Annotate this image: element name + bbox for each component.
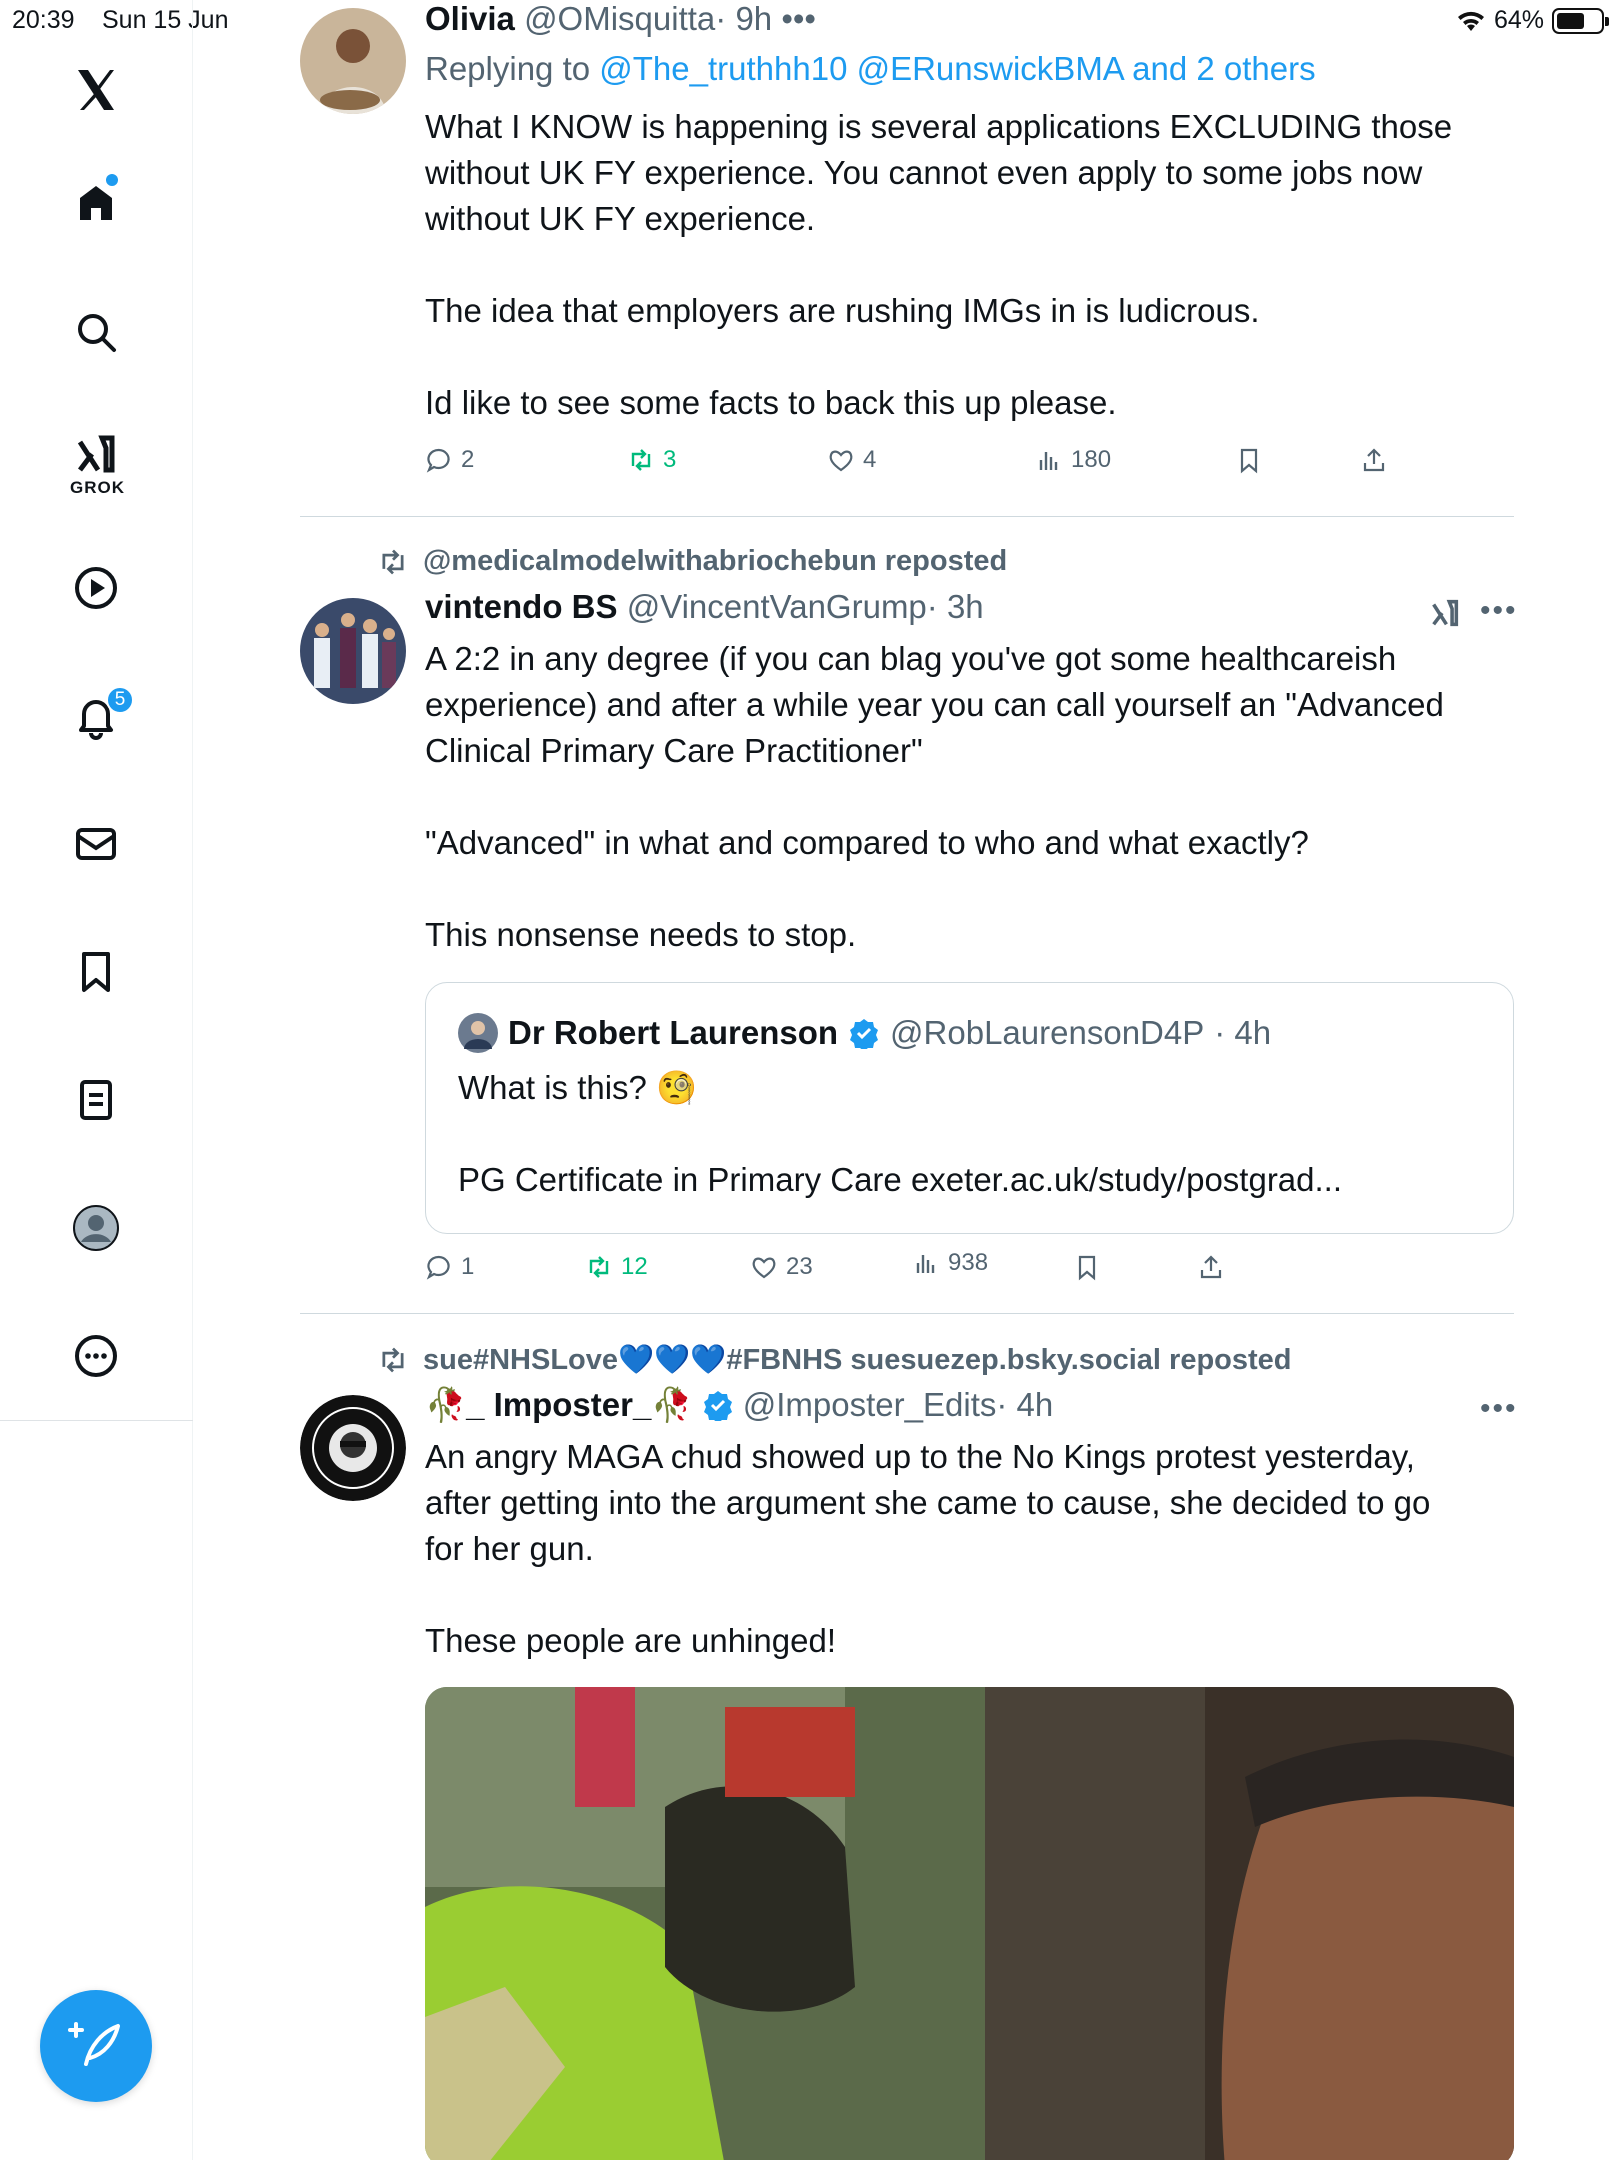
author-name[interactable]: 🥀_ Imposter_🥀 [425, 1386, 692, 1423]
author-name[interactable]: Olivia [425, 0, 515, 37]
bookmark-button[interactable] [1235, 446, 1263, 474]
avatar-imposter[interactable] [300, 1395, 406, 1501]
search-icon[interactable] [66, 302, 126, 362]
quote-text: What is this? 🧐 PG Certificate in Primar… [458, 1069, 1343, 1198]
post-text: A 2:2 in any degree (if you can blag you… [425, 640, 1444, 953]
more-dots[interactable]: ••• [1480, 1392, 1518, 1426]
quote-avatar [458, 1013, 498, 1053]
post-text: What I KNOW is happening is several appl… [425, 108, 1453, 421]
like-count: 4 [863, 446, 877, 473]
notifications-badge: 5 [106, 686, 134, 714]
replying-to: Replying to @The_truthhh10 @ERunswickBMA… [425, 50, 1515, 94]
bookmark-icon [1240, 448, 1258, 474]
home-unread-dot [106, 174, 118, 186]
post-time: · 9h [715, 0, 773, 37]
views-count: 938 [948, 1249, 989, 1276]
post-actions: 2 3 4 180 [425, 446, 1515, 486]
more-dots[interactable]: ••• [781, 0, 816, 37]
views-icon [1039, 452, 1058, 470]
reply-icon [426, 448, 450, 473]
heart-icon [752, 1257, 776, 1279]
reply-button[interactable]: 1 [425, 1253, 474, 1281]
post-header: Olivia @OMisquitta· 9h ••• [425, 0, 1515, 44]
replying-to-users[interactable]: @The_truthhh10 @ERunswickBMA and 2 other… [599, 50, 1315, 87]
share-icon [1200, 1255, 1222, 1279]
grok-label: GROK [70, 478, 125, 497]
post-time: · 4h [996, 1386, 1054, 1423]
list-icon[interactable] [66, 1070, 126, 1130]
repost-count: 12 [621, 1253, 648, 1280]
bookmark-icon [1078, 1255, 1096, 1281]
share-button[interactable] [1360, 446, 1388, 474]
author-handle[interactable]: @Imposter_Edits [743, 1386, 997, 1423]
post-time: · 3h [926, 588, 984, 625]
verified-icon [850, 1019, 879, 1049]
play-icon[interactable] [66, 558, 126, 618]
repost-button[interactable]: 12 [585, 1253, 648, 1281]
post-header: vintendo BS @VincentVanGrump· 3h [425, 588, 1515, 632]
post-text: An angry MAGA chud showed up to the No K… [425, 1438, 1431, 1659]
repost-icon [382, 549, 404, 574]
post-divider [300, 1313, 1514, 1314]
more-icon[interactable] [66, 1326, 126, 1386]
quote-time: · 4h [1214, 1014, 1272, 1051]
author-handle[interactable]: @VincentVanGrump [627, 588, 927, 625]
views-button[interactable]: 938 [912, 1249, 988, 1277]
bookmark-button[interactable] [1073, 1253, 1101, 1281]
views-icon [916, 1255, 935, 1273]
reply-icon [426, 1255, 450, 1280]
post-olivia: Olivia @OMisquitta· 9h ••• Replying to @… [425, 0, 1515, 426]
profile-icon[interactable] [66, 1198, 126, 1258]
views-count: 180 [1071, 446, 1112, 473]
reply-count: 1 [461, 1253, 475, 1280]
repost-icon [589, 1256, 609, 1278]
share-button[interactable] [1197, 1253, 1225, 1281]
author-handle[interactable]: @OMisquitta [524, 0, 715, 37]
verified-icon [703, 1391, 732, 1421]
quoted-post[interactable]: Dr Robert Laurenson @RobLaurensonD4P · 4h… [425, 982, 1514, 1234]
compose-button[interactable] [40, 1990, 152, 2102]
repost-attribution[interactable]: @medicalmodelwithabriochebun reposted [377, 545, 1007, 578]
repost-attribution[interactable]: sue#NHSLove💙💙💙#FBNHS suesuezep.bsky.soci… [377, 1343, 1292, 1377]
quote-author-handle: @RobLaurensonD4P [890, 1014, 1205, 1051]
share-icon [1363, 448, 1385, 472]
sidebar-separator [0, 1420, 193, 1421]
heart-icon [829, 450, 853, 472]
post-header: 🥀_ Imposter_🥀 @Imposter_Edits· 4h [425, 1386, 1515, 1430]
quote-author-name: Dr Robert Laurenson [508, 1014, 839, 1051]
post-vintendo: vintendo BS @VincentVanGrump· 3h A 2:2 i… [425, 588, 1515, 958]
reply-button[interactable]: 2 [425, 446, 474, 474]
grok-icon[interactable] [1428, 596, 1462, 635]
post-video[interactable] [425, 1687, 1514, 2160]
quote-header: Dr Robert Laurenson @RobLaurensonD4P · 4h [458, 1013, 1271, 1053]
author-name[interactable]: vintendo BS [425, 588, 618, 625]
sidebar: GROK 5 [0, 0, 193, 2160]
x-logo-icon[interactable] [66, 60, 126, 120]
avatar-vintendo[interactable] [300, 598, 406, 704]
mail-icon[interactable] [66, 814, 126, 874]
bookmark-icon[interactable] [66, 942, 126, 1002]
post-divider [300, 516, 1514, 517]
more-dots[interactable]: ••• [1480, 594, 1518, 628]
repost-count: 3 [663, 446, 677, 473]
reposted-by: @medicalmodelwithabriochebun reposted [423, 545, 1008, 577]
reposted-by: sue#NHSLove💙💙💙#FBNHS suesuezep.bsky.soci… [423, 1344, 1292, 1376]
battery-icon [1552, 7, 1609, 34]
like-button[interactable]: 23 [750, 1253, 813, 1281]
repost-button[interactable]: 3 [627, 446, 676, 474]
post-imposter: 🥀_ Imposter_🥀 @Imposter_Edits· 4h An ang… [425, 1386, 1515, 1664]
replying-prefix: Replying to [425, 50, 600, 87]
compose-icon [68, 2022, 120, 2066]
like-button[interactable]: 4 [827, 446, 876, 474]
repost-icon [631, 449, 651, 471]
like-count: 23 [786, 1253, 813, 1280]
avatar-olivia[interactable] [300, 8, 406, 114]
repost-icon [382, 1347, 404, 1373]
post-actions: 1 12 23 938 [425, 1249, 1515, 1293]
views-button[interactable]: 180 [1035, 446, 1111, 474]
reply-count: 2 [461, 446, 475, 473]
grok-icon[interactable] [66, 424, 126, 484]
